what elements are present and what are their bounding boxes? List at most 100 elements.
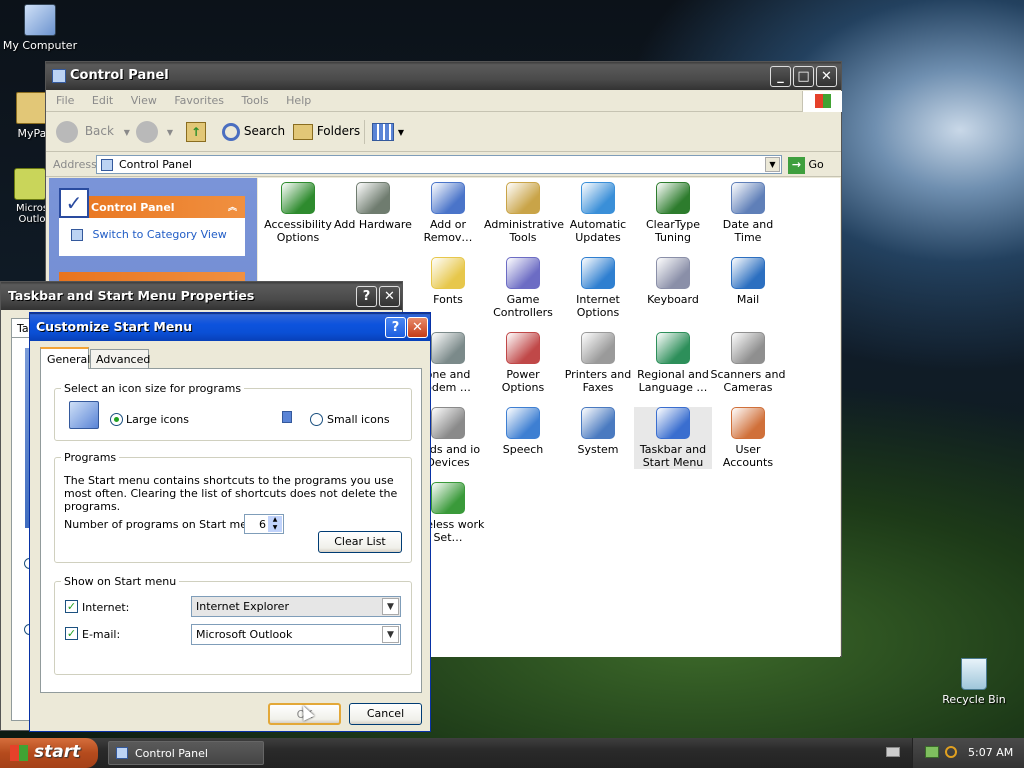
control-panel-item[interactable]: Date and Time bbox=[709, 182, 787, 244]
spinner-down-icon[interactable]: ▼ bbox=[268, 524, 282, 532]
back-button[interactable]: Back ▼ bbox=[56, 120, 130, 144]
control-panel-item[interactable]: Printers and Faxes bbox=[559, 332, 637, 394]
control-panel-item[interactable]: Game Controllers bbox=[484, 257, 562, 319]
minimize-button[interactable]: _ bbox=[770, 66, 791, 87]
cancel-button[interactable]: Cancel bbox=[349, 703, 422, 725]
help-button[interactable]: ? bbox=[356, 286, 377, 307]
taskbar-control-panel[interactable]: Control Panel bbox=[108, 741, 264, 765]
item-label: Add or Remov… bbox=[423, 218, 473, 244]
go-button[interactable]: → Go bbox=[788, 156, 824, 175]
up-folder-button[interactable]: ↑ bbox=[186, 120, 206, 144]
control-panel-item[interactable]: Accessibility Options bbox=[259, 182, 337, 244]
dialog-titlebar[interactable]: Customize Start Menu bbox=[30, 313, 430, 341]
control-panel-item[interactable]: ClearType Tuning bbox=[634, 182, 712, 244]
control-panel-item[interactable]: System bbox=[559, 407, 637, 456]
network-icon[interactable] bbox=[925, 746, 939, 758]
close-button[interactable]: ✕ bbox=[816, 66, 837, 87]
search-button[interactable]: Search bbox=[222, 120, 285, 144]
item-label: Speech bbox=[502, 443, 544, 456]
address-value: Control Panel bbox=[119, 158, 192, 171]
keyboard-icon[interactable] bbox=[886, 747, 900, 757]
menu-edit[interactable]: Edit bbox=[92, 94, 113, 107]
help-button[interactable]: ? bbox=[385, 317, 406, 338]
folders-button[interactable]: Folders bbox=[293, 120, 360, 144]
control-panel-item[interactable]: Speech bbox=[484, 407, 562, 456]
customize-start-menu-dialog: Customize Start Menu ? ✕ General Advance… bbox=[29, 312, 431, 732]
chevron-down-icon[interactable]: ▼ bbox=[765, 157, 780, 172]
dialog-titlebar[interactable]: Taskbar and Start Menu Properties bbox=[1, 282, 402, 310]
menu-help[interactable]: Help bbox=[286, 94, 311, 107]
recycle-bin-icon[interactable]: Recycle Bin bbox=[934, 658, 1014, 706]
switch-category-label: Switch to Category View bbox=[92, 228, 227, 241]
chevron-down-icon[interactable]: ▼ bbox=[382, 598, 399, 615]
keyboard-icon bbox=[656, 257, 690, 289]
clock[interactable]: 5:07 AM bbox=[968, 746, 1013, 759]
control-panel-icon bbox=[52, 69, 66, 83]
control-panel-item[interactable]: Add or Remov… bbox=[409, 182, 487, 244]
collapse-icon[interactable]: ︽ bbox=[228, 200, 237, 213]
start-button[interactable]: start bbox=[0, 738, 98, 768]
email-select-value: Microsoft Outlook bbox=[196, 628, 293, 641]
menu-file[interactable]: File bbox=[56, 94, 74, 107]
item-label: Date and Time bbox=[722, 218, 774, 244]
email-checkbox[interactable]: ✓ bbox=[65, 627, 78, 640]
chevron-down-icon[interactable]: ▼ bbox=[382, 626, 399, 643]
my-computer-icon[interactable]: My Computer bbox=[0, 4, 80, 52]
item-label: Accessibility Options bbox=[264, 218, 332, 244]
tab-label: General bbox=[47, 353, 91, 366]
dialog-title: Taskbar and Start Menu Properties bbox=[8, 288, 255, 303]
internet-select[interactable]: Internet Explorer ▼ bbox=[191, 596, 401, 617]
folders-icon bbox=[293, 123, 313, 140]
large-icons-radio[interactable] bbox=[110, 413, 123, 426]
control-panel-item[interactable]: Taskbar and Start Menu bbox=[634, 407, 712, 469]
internet-select-value: Internet Explorer bbox=[196, 600, 289, 613]
program-count-spinner[interactable]: 6 ▲ ▼ bbox=[244, 514, 284, 534]
search-icon[interactable] bbox=[945, 746, 957, 758]
email-select[interactable]: Microsoft Outlook ▼ bbox=[191, 624, 401, 645]
window-titlebar[interactable]: Control Panel bbox=[46, 62, 841, 90]
internet-label: Internet: bbox=[82, 601, 130, 614]
small-icons-radio[interactable] bbox=[310, 413, 323, 426]
internet-checkbox[interactable]: ✓ bbox=[65, 600, 78, 613]
item-label: Game Controllers bbox=[493, 293, 553, 319]
item-label: Add Hardware bbox=[334, 218, 412, 231]
control-panel-item[interactable]: Power Options bbox=[484, 332, 562, 394]
tab-general[interactable]: General bbox=[40, 347, 91, 369]
close-button[interactable]: ✕ bbox=[407, 317, 428, 338]
spinner-up-icon[interactable]: ▲ bbox=[268, 516, 282, 524]
views-button[interactable]: ▼ bbox=[372, 120, 404, 144]
control-panel-item[interactable]: Keyboard bbox=[634, 257, 712, 306]
system-icon bbox=[581, 407, 615, 439]
desktop-label: My Computer bbox=[2, 39, 78, 52]
control-panel-item[interactable]: Add Hardware bbox=[334, 182, 412, 231]
control-panel-item[interactable]: Fonts bbox=[409, 257, 487, 306]
control-panel-item[interactable]: Internet Options bbox=[559, 257, 637, 319]
control-panel-header-icon: ✓ bbox=[59, 188, 89, 218]
folders-label: Folders bbox=[316, 124, 361, 138]
control-panel-item[interactable]: Administrative Tools bbox=[484, 182, 564, 244]
trash-icon bbox=[961, 658, 987, 690]
go-label: Go bbox=[808, 158, 824, 171]
menu-view[interactable]: View bbox=[131, 94, 157, 107]
control-panel-item[interactable]: Automatic Updates bbox=[559, 182, 637, 244]
outlook-logo-icon bbox=[14, 168, 46, 200]
clear-list-button[interactable]: Clear List bbox=[318, 531, 402, 553]
group-legend: Programs bbox=[61, 451, 120, 464]
control-panel-item[interactable]: User Accounts bbox=[709, 407, 787, 469]
menu-favorites[interactable]: Favorites bbox=[174, 94, 224, 107]
small-icons-label: Small icons bbox=[327, 413, 390, 426]
control-panel-item[interactable]: Regional and Language … bbox=[634, 332, 712, 394]
close-button[interactable]: ✕ bbox=[379, 286, 400, 307]
menu-tools[interactable]: Tools bbox=[242, 94, 269, 107]
control-panel-item[interactable]: Mail bbox=[709, 257, 787, 306]
forward-button[interactable]: ▼ bbox=[136, 120, 173, 144]
taskbar: start Control Panel 5:07 AM bbox=[0, 738, 1024, 768]
radio-dot bbox=[114, 417, 119, 422]
toolbar: Back ▼ ▼ ↑ Search Folders ▼ bbox=[46, 112, 841, 152]
control-panel-item[interactable]: Scanners and Cameras bbox=[709, 332, 787, 394]
tab-advanced[interactable]: Advanced bbox=[90, 349, 150, 368]
maximize-button[interactable]: □ bbox=[793, 66, 814, 87]
speech-icon bbox=[506, 407, 540, 439]
address-input[interactable]: Control Panel ▼ bbox=[96, 155, 782, 174]
switch-category-view-link[interactable]: Switch to Category View bbox=[59, 218, 245, 241]
